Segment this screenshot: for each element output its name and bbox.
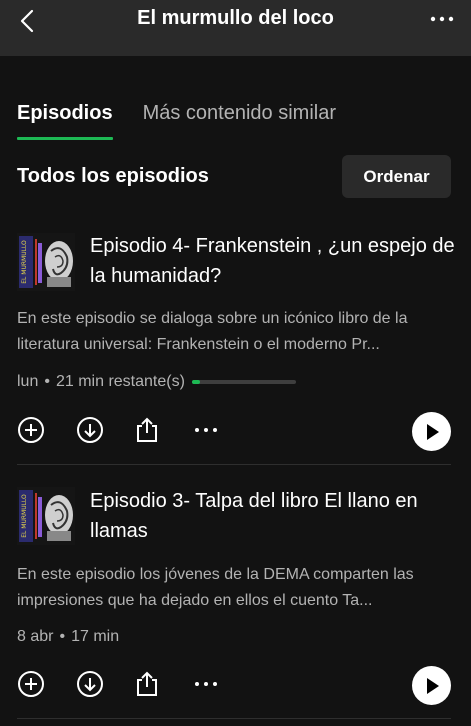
more-options-button[interactable]: [190, 414, 222, 446]
add-button[interactable]: [15, 668, 47, 700]
add-icon: [18, 417, 44, 443]
download-icon: [77, 417, 103, 443]
play-icon: [426, 677, 439, 694]
tab-bar: Episodios Más contenido similar: [17, 102, 336, 142]
play-button[interactable]: [412, 666, 451, 705]
episode-actions: [0, 412, 471, 454]
episode-meta: 8 abr • 17 min: [17, 628, 119, 646]
add-button[interactable]: [15, 414, 47, 446]
episode-progress-fill: [191, 380, 201, 384]
episode-duration: 21 min restante(s): [55, 373, 185, 390]
episode-date: 8 abr: [17, 628, 54, 645]
more-options-button[interactable]: [190, 668, 222, 700]
tab-episodios[interactable]: Episodios: [17, 102, 113, 142]
episode-progress-bar: [191, 380, 296, 384]
share-icon: [137, 417, 157, 442]
section-title: Todos los episodios: [17, 165, 209, 187]
download-button[interactable]: [74, 414, 106, 446]
more-icon: [430, 16, 454, 22]
episode-meta: lun • 21 min restante(s): [17, 373, 296, 391]
separator-dot: •: [59, 628, 66, 645]
svg-text:EL MURMULLO: EL MURMULLO: [21, 240, 28, 284]
episode-date: lun: [17, 373, 39, 390]
episode-actions: [0, 666, 471, 708]
episode-cover: EL MURMULLO: [17, 487, 75, 545]
page-title: El murmullo del loco: [137, 7, 334, 29]
share-button[interactable]: [131, 668, 163, 700]
svg-text:EL MURMULLO: EL MURMULLO: [21, 494, 28, 538]
episode-description: En este episodio los jóvenes de la DEMA …: [17, 566, 414, 609]
more-button[interactable]: [427, 8, 457, 30]
episode-cover: EL MURMULLO: [17, 233, 75, 291]
share-icon: [137, 671, 157, 696]
more-options-icon: [195, 428, 217, 432]
sort-button[interactable]: Ordenar: [342, 155, 451, 198]
download-button[interactable]: [74, 668, 106, 700]
episode-title[interactable]: Episodio 3- Talpa del libro El llano en …: [90, 486, 460, 546]
tab-similar-content[interactable]: Más contenido similar: [143, 102, 336, 142]
play-icon: [426, 423, 439, 440]
episode-duration: 17 min: [71, 628, 120, 645]
share-button[interactable]: [131, 414, 163, 446]
separator-dot: •: [44, 373, 50, 390]
episode-title[interactable]: Episodio 4- Frankenstein , ¿un espejo de…: [90, 231, 460, 291]
episode-description: En este episodio se dialoga sobre un icó…: [17, 310, 408, 353]
divider: [17, 464, 451, 465]
play-button[interactable]: [412, 412, 451, 451]
download-icon: [77, 671, 103, 697]
add-icon: [18, 671, 44, 697]
top-bar: El murmullo del loco: [0, 0, 471, 56]
divider: [17, 718, 451, 719]
more-options-icon: [195, 682, 217, 686]
